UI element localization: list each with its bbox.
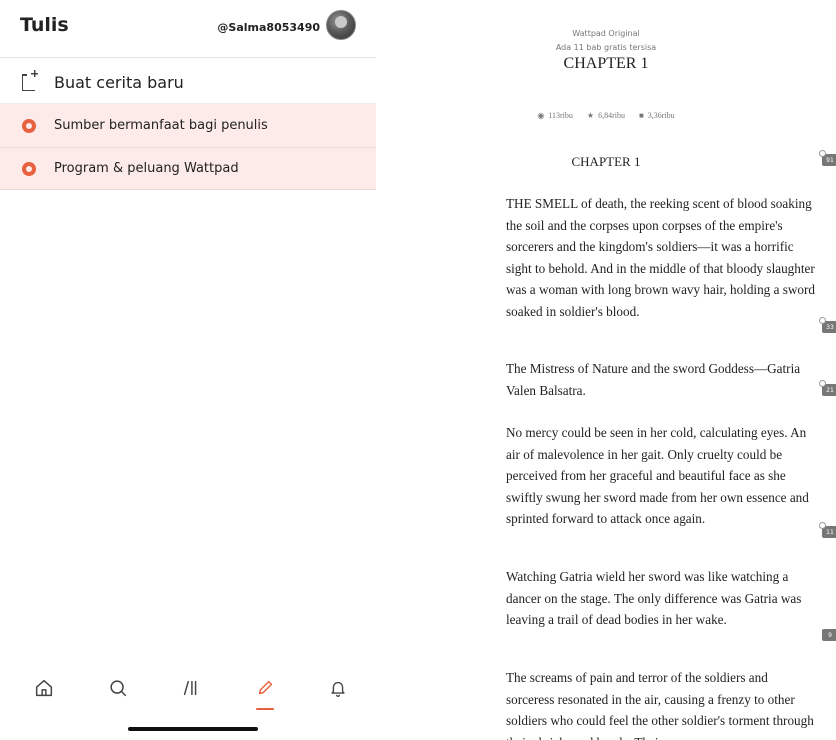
story-paragraph[interactable]: The screams of pain and terror of the so… (506, 667, 816, 740)
notifications-icon (331, 681, 345, 697)
page-title: Tulis (20, 14, 69, 36)
story-paragraph[interactable]: THE SMELL of death, the reeking scent of… (506, 193, 816, 323)
votes-count: 6,84ribu (598, 111, 625, 120)
programs-item[interactable]: Program & peluang Wattpad (0, 148, 376, 190)
comment-count: 11 (826, 528, 834, 536)
inline-comment-button[interactable]: 9 (822, 629, 836, 641)
story-reader: Wattpad Original Ada 11 bab gratis tersi… (376, 0, 836, 740)
search-icon (110, 680, 127, 697)
comment-count: 21 (826, 386, 834, 394)
comment-icon: ■ (638, 111, 644, 120)
home-icon (35, 679, 53, 697)
inline-comment-button[interactable]: 21 (819, 380, 836, 396)
inline-comment-button[interactable]: 33 (819, 317, 836, 333)
inline-comment-button[interactable]: 11 (819, 522, 836, 538)
nav-library[interactable] (177, 674, 205, 702)
programs-label: Program & peluang Wattpad (54, 161, 239, 176)
story-paragraph[interactable]: No mercy could be seen in her cold, calc… (506, 422, 816, 530)
story-paragraph[interactable]: The Mistress of Nature and the sword God… (506, 358, 816, 401)
nav-notifications[interactable] (324, 674, 352, 702)
header: Tulis @Salma8053490 (0, 0, 376, 58)
reads-stat: ◉ 113ribu (537, 111, 573, 120)
new-story-label: Buat cerita baru (54, 73, 184, 92)
avatar[interactable] (326, 10, 356, 40)
free-chapters-label: Ada 11 bab gratis tersisa (555, 43, 657, 52)
resources-icon (22, 118, 36, 133)
comments-count: 3,36ribu (647, 111, 675, 120)
write-icon (258, 680, 273, 695)
chapter-heading: CHAPTER 1 (563, 55, 649, 72)
story-stats: ◉ 113ribu ★ 6,84ribu ■ 3,36ribu (376, 111, 836, 120)
inline-comment-button[interactable]: 91 (819, 150, 836, 166)
eye-icon: ◉ (537, 111, 545, 120)
library-icon (183, 680, 197, 696)
comment-count: 9 (828, 631, 832, 639)
comments-stat: ■ 3,36ribu (639, 111, 675, 120)
chapter-subtitle: CHAPTER 1 (571, 154, 641, 169)
new-story-button[interactable]: Buat cerita baru (0, 62, 376, 104)
comment-count: 33 (826, 323, 834, 331)
username[interactable]: @Salma8053490 (217, 21, 320, 34)
nav-search[interactable] (104, 674, 132, 702)
home-indicator[interactable] (128, 727, 258, 731)
resources-label: Sumber bermanfaat bagi penulis (54, 118, 268, 133)
new-document-icon (22, 70, 38, 91)
original-label: Wattpad Original (572, 29, 640, 38)
comment-count: 91 (826, 156, 834, 164)
writer-resources-item[interactable]: Sumber bermanfaat bagi penulis (0, 104, 376, 148)
bottom-navigation (0, 668, 376, 710)
nav-home[interactable] (30, 674, 58, 702)
story-paragraph[interactable]: Watching Gatria wield her sword was like… (506, 566, 816, 631)
active-tab-indicator (256, 708, 274, 710)
reads-count: 113ribu (548, 111, 573, 120)
votes-stat: ★ 6,84ribu (587, 111, 625, 120)
write-panel: Tulis @Salma8053490 Buat cerita baru Sum… (0, 0, 376, 740)
nav-write[interactable] (251, 674, 279, 710)
programs-icon (22, 161, 36, 176)
star-icon: ★ (586, 111, 595, 120)
